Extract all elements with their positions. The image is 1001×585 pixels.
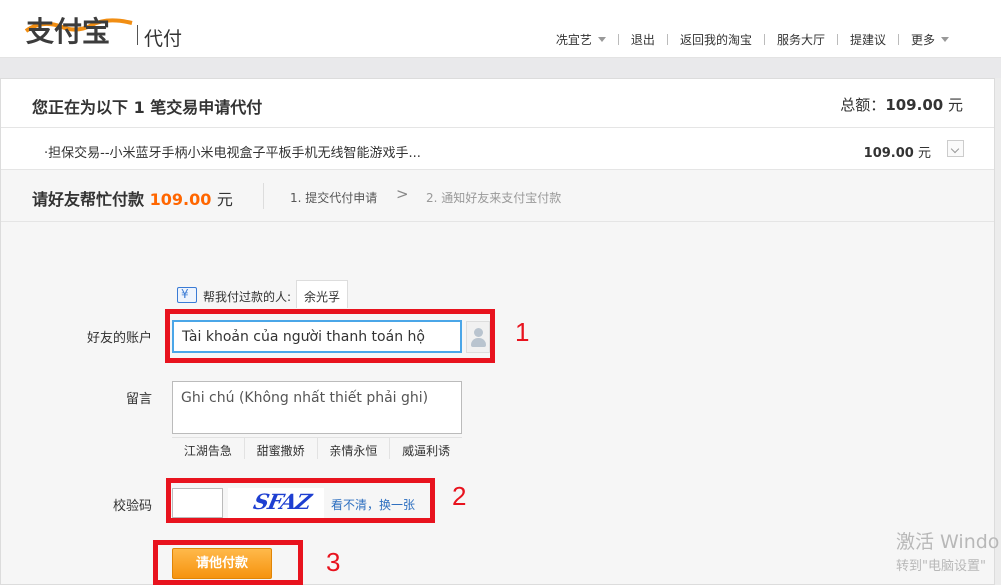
order-total: 总额：109.00 元 — [840, 94, 963, 115]
ask-unit: 元 — [216, 190, 233, 209]
ask-friend-heading: 请好友帮忙付款 109.00 元 — [32, 186, 233, 210]
annotation-number-1: 1 — [515, 317, 530, 347]
highlight-box-1 — [165, 309, 495, 363]
top-nav: 冼宜艺 退出 返回我的淘宝 服务大厅 提建议 更多 — [544, 31, 961, 48]
order-title: 您正在为以下 1 笔交易申请代付 — [32, 98, 263, 117]
item-amount: 109.00 元 — [864, 142, 931, 161]
nav-service-hall[interactable]: 服务大厅 — [765, 31, 837, 48]
total-unit: 元 — [947, 96, 963, 114]
top-bar: 支付宝 代付 冼宜艺 退出 返回我的淘宝 服务大厅 提建议 更多 — [0, 0, 1001, 58]
order-title-row: 您正在为以下 1 笔交易申请代付 总额：109.00 元 — [1, 79, 994, 128]
quick-phrase-2[interactable]: 甜蜜撒娇 — [245, 438, 318, 459]
header-strip — [0, 58, 1001, 78]
quick-phrase-3[interactable]: 亲情永恒 — [318, 438, 391, 459]
nav-user[interactable]: 冼宜艺 — [544, 31, 618, 48]
logo-divider — [137, 25, 138, 45]
item-amount-unit: 元 — [917, 146, 931, 161]
step-1: 1. 提交代付申请 — [290, 191, 378, 205]
chevron-down-icon — [597, 37, 606, 42]
annotation-number-2: 2 — [452, 481, 467, 511]
step-arrow-icon: > — [396, 185, 409, 203]
alipay-logo[interactable]: 支付宝 — [22, 11, 142, 47]
quick-phrases: 江湖告急 甜蜜撒娇 亲情永恒 威逼利诱 — [172, 437, 462, 459]
total-amount: 109.00 — [885, 96, 944, 114]
nav-feedback[interactable]: 提建议 — [838, 31, 898, 48]
account-label: 好友的账户 — [86, 331, 152, 346]
highlight-box-2 — [166, 478, 435, 523]
ask-amount: 109.00 — [149, 190, 212, 209]
activation-watermark-sub: 转到"电脑设置" — [896, 559, 986, 574]
ask-prefix: 请好友帮忙付款 — [32, 190, 145, 209]
total-label: 总额： — [840, 96, 886, 114]
helped-by-name[interactable]: 余光孚 — [296, 280, 349, 308]
nav-more-label: 更多 — [910, 33, 935, 47]
quick-phrase-1[interactable]: 江湖告急 — [172, 438, 245, 459]
nav-user-label: 冼宜艺 — [555, 33, 592, 47]
quick-phrase-4[interactable]: 威逼利诱 — [390, 438, 462, 459]
step-row: 请好友帮忙付款 109.00 元 1. 提交代付申请 > 2. 通知好友来支付宝… — [1, 170, 994, 222]
yuan-card-icon — [177, 287, 197, 303]
chevron-down-icon — [941, 37, 949, 42]
annotation-number-3: 3 — [326, 547, 341, 577]
page-subtitle: 代付 — [144, 28, 183, 50]
logo-text: 支付宝 — [26, 15, 110, 47]
helped-by-label: 帮我付过款的人: — [203, 290, 292, 304]
captcha-label: 校验码 — [112, 499, 152, 514]
step-2: 2. 通知好友来支付宝付款 — [426, 191, 562, 205]
nav-more[interactable]: 更多 — [899, 31, 961, 48]
item-amount-value: 109.00 — [863, 146, 914, 161]
expand-button[interactable] — [947, 140, 964, 157]
nav-logout[interactable]: 退出 — [619, 31, 667, 48]
note-label: 留言 — [125, 392, 152, 407]
note-textarea[interactable]: Ghi chú (Không nhất thiết phải ghi) — [172, 381, 462, 434]
order-item-row: ·担保交易--小米蓝牙手柄小米电视盒子平板手机无线智能游戏手... 109.00… — [1, 128, 994, 170]
highlight-box-3 — [153, 540, 303, 585]
step-divider — [263, 183, 264, 209]
item-name: ·担保交易--小米蓝牙手柄小米电视盒子平板手机无线智能游戏手... — [44, 146, 421, 161]
nav-back-taobao[interactable]: 返回我的淘宝 — [668, 31, 764, 48]
chevron-down-icon — [950, 144, 960, 154]
activation-watermark: 激活 Windo — [896, 531, 1000, 553]
